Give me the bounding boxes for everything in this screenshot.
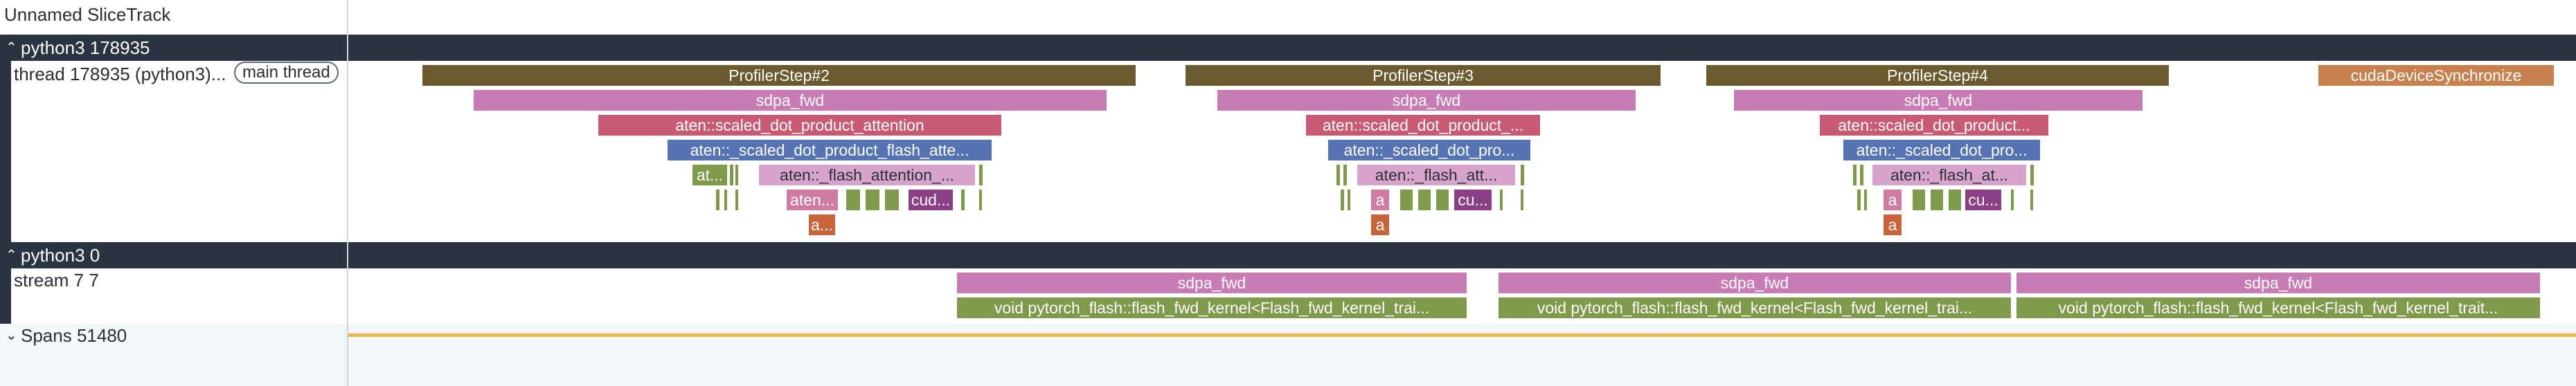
slice-tick[interactable]	[1500, 190, 1503, 210]
slice-tick[interactable]	[1931, 190, 1943, 210]
spans-summary-bar[interactable]	[348, 333, 2576, 337]
slice-scaled-dot-product-attention[interactable]: aten::scaled_dot_product...	[1820, 115, 2048, 136]
slice-profiler-step[interactable]: ProfilerStep#4	[1706, 65, 2169, 86]
slice-tick[interactable]	[716, 190, 719, 210]
track-indent	[0, 61, 11, 242]
slice-sdpa-fwd[interactable]: sdpa_fwd	[1734, 90, 2143, 111]
slice-scaled-dot-product-attention[interactable]: aten::scaled_dot_product_attention	[598, 115, 1001, 136]
thread-track-label: thread 178935 (python3)...	[14, 64, 226, 84]
slice-tick[interactable]	[1860, 165, 1863, 185]
chevron-up-icon[interactable]: ⌃	[6, 39, 17, 56]
slice-tick[interactable]	[1436, 190, 1449, 210]
chevron-up-icon[interactable]: ⌃	[6, 246, 17, 264]
slice-aten-op[interactable]: aten...	[787, 190, 838, 210]
slice-scaled-dot-product-attention[interactable]: aten::scaled_dot_product_...	[1306, 115, 1540, 136]
slice-tick[interactable]	[1336, 165, 1340, 185]
slice-sdpa-fwd[interactable]: sdpa_fwd	[957, 273, 1467, 293]
slice-aten-op[interactable]: a...	[809, 214, 835, 235]
slice-cuda-device-synchronize[interactable]: cudaDeviceSynchronize	[2318, 65, 2554, 86]
slice-tick[interactable]	[961, 190, 965, 210]
process-track-header[interactable]	[0, 35, 2576, 61]
slice-tick[interactable]	[724, 190, 727, 210]
slice-sdpa-fwd[interactable]: sdpa_fwd	[2016, 273, 2540, 293]
slice-aten-op[interactable]: a	[1371, 214, 1389, 235]
slice-tick[interactable]	[735, 165, 738, 185]
slice-tick[interactable]	[979, 190, 982, 210]
slice-scaled-dot-product-flash[interactable]: aten::_scaled_dot_product_flash_atte...	[668, 140, 992, 160]
gpu-track-header[interactable]	[0, 242, 2576, 268]
slice-tick[interactable]	[2011, 190, 2014, 210]
slice-cuda-op[interactable]: cu...	[1454, 190, 1492, 210]
slice-tick[interactable]	[979, 165, 983, 185]
chevron-down-icon[interactable]: ⌄	[6, 327, 17, 344]
slice-tick[interactable]	[1853, 165, 1857, 185]
slice-flash-fwd-kernel[interactable]: void pytorch_flash::flash_fwd_kernel<Fla…	[957, 297, 1467, 318]
spans-track-label[interactable]: Spans 51480	[21, 325, 127, 347]
slice-cuda-op[interactable]: cud...	[909, 190, 953, 210]
slice-tick[interactable]	[2030, 165, 2034, 185]
slice-tick[interactable]	[730, 165, 733, 185]
slice-tick[interactable]	[1341, 190, 1344, 210]
gpu-track-label[interactable]: python3 0	[21, 245, 100, 266]
main-thread-badge: main thread	[234, 62, 339, 84]
unnamed-track-label: Unnamed SliceTrack	[4, 4, 171, 25]
slice-tick[interactable]	[735, 190, 738, 210]
slice-aten-op[interactable]: a	[1884, 214, 1902, 235]
stream-track-label: stream 7 7	[14, 270, 99, 291]
slice-profiler-step[interactable]: ProfilerStep#3	[1186, 65, 1661, 86]
slice-profiler-step[interactable]: ProfilerStep#2	[422, 65, 1136, 86]
thread-track	[0, 61, 2576, 242]
slice-tick[interactable]	[885, 190, 899, 210]
slice-sdpa-fwd[interactable]: sdpa_fwd	[1217, 90, 1636, 111]
slice-sdpa-fwd[interactable]: sdpa_fwd	[474, 90, 1107, 111]
slice-tick[interactable]	[2030, 190, 2033, 210]
slice-flash-attention[interactable]: aten::_flash_at...	[1872, 165, 2026, 185]
slice-scaled-dot-product-flash[interactable]: aten::_scaled_dot_pro...	[1328, 140, 1530, 160]
slice-sdpa-fwd[interactable]: sdpa_fwd	[1499, 273, 2011, 293]
slice-cuda-op[interactable]: cu...	[1965, 190, 2001, 210]
slice-aten-op[interactable]: at...	[692, 165, 727, 185]
slice-aten-op[interactable]: a	[1884, 190, 1902, 210]
slice-tick[interactable]	[1348, 190, 1350, 210]
slice-tick[interactable]	[1913, 190, 1925, 210]
slice-tick[interactable]	[846, 190, 860, 210]
slice-tick[interactable]	[1418, 190, 1431, 210]
slice-tick[interactable]	[1521, 190, 1523, 210]
slice-tick[interactable]	[1864, 190, 1867, 210]
slice-tick[interactable]	[1857, 190, 1861, 210]
process-track-label[interactable]: python3 178935	[21, 37, 150, 59]
slice-flash-fwd-kernel[interactable]: void pytorch_flash::flash_fwd_kernel<Fla…	[1499, 297, 2011, 318]
track-indent	[0, 268, 11, 324]
slice-tick[interactable]	[866, 190, 879, 210]
slice-tick[interactable]	[1521, 165, 1524, 185]
slice-tick[interactable]	[1343, 165, 1347, 185]
unnamed-slice-track	[0, 0, 2576, 35]
slice-tick[interactable]	[1400, 190, 1413, 210]
slice-aten-op[interactable]: a	[1371, 190, 1389, 210]
slice-tick[interactable]	[1949, 190, 1961, 210]
slice-flash-attention[interactable]: aten::_flash_att...	[1357, 165, 1515, 185]
label-column-divider	[347, 0, 348, 386]
slice-flash-fwd-kernel[interactable]: void pytorch_flash::flash_fwd_kernel<Fla…	[2016, 297, 2540, 318]
slice-scaled-dot-product-flash[interactable]: aten::_scaled_dot_pro...	[1843, 140, 2040, 160]
slice-flash-attention[interactable]: aten::_flash_attention_...	[759, 165, 975, 185]
